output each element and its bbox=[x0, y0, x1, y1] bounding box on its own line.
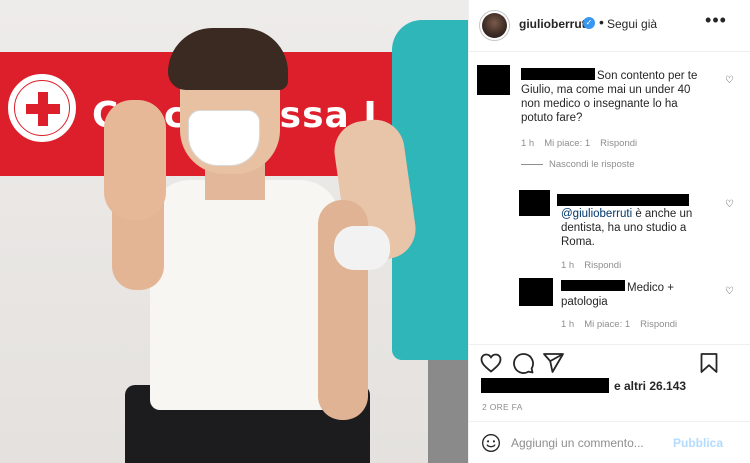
nurse-pants bbox=[428, 360, 468, 463]
comments-list[interactable]: Son contento per te Giulio, ma come mai … bbox=[469, 52, 750, 344]
reply-username-redacted[interactable] bbox=[557, 194, 689, 206]
header-separator: • bbox=[599, 14, 604, 30]
emblem-cross-horizontal bbox=[26, 104, 60, 114]
reply-like-heart-icon[interactable]: ♡ bbox=[725, 200, 735, 210]
comment-age: 1 h bbox=[521, 138, 535, 149]
likes-summary: e altri 26.143 bbox=[469, 376, 750, 396]
liker-username-redacted[interactable] bbox=[481, 378, 609, 393]
reply-meta: 1 h Mi piace: 1 Rispondi bbox=[561, 319, 687, 330]
following-button[interactable]: Segui già bbox=[607, 17, 657, 31]
reply-avatar-redacted[interactable] bbox=[519, 278, 553, 306]
likes-count-link[interactable]: e altri 26.143 bbox=[614, 379, 686, 393]
nurse-glove bbox=[334, 226, 390, 270]
reply-age: 1 h bbox=[561, 319, 575, 330]
comment-likes-count[interactable]: Mi piace: 1 bbox=[544, 138, 590, 149]
verified-badge-icon: ✓ bbox=[583, 17, 595, 29]
paper-plane-icon[interactable] bbox=[541, 351, 565, 375]
post-actions bbox=[469, 344, 750, 380]
instagram-post: Croce Rossa I giulioberruti ✓ • Segui gi… bbox=[0, 0, 750, 463]
reply-reply-button[interactable]: Rispondi bbox=[584, 260, 621, 271]
reply-text: @giulioberruti è anche un dentista, ha u… bbox=[561, 207, 701, 249]
reply-mention-link[interactable]: @giulioberruti bbox=[561, 208, 632, 220]
reply-avatar-redacted[interactable] bbox=[519, 190, 550, 216]
red-cross-emblem bbox=[6, 72, 78, 144]
post-side-panel: giulioberruti ✓ • Segui già ••• Son cont… bbox=[468, 0, 750, 463]
hide-replies-label: Nascondi le risposte bbox=[549, 159, 635, 170]
comment-input[interactable] bbox=[511, 434, 681, 452]
face-mask bbox=[188, 110, 260, 166]
smiley-icon[interactable] bbox=[481, 433, 501, 453]
hide-replies-line bbox=[521, 164, 543, 165]
man-hair bbox=[168, 28, 288, 90]
reply-like-heart-icon[interactable]: ♡ bbox=[725, 287, 735, 297]
thumbs-up-hand bbox=[104, 100, 166, 220]
avatar-image bbox=[482, 13, 507, 38]
comment-like-heart-icon[interactable]: ♡ bbox=[725, 76, 735, 86]
reply-text: Medico + patologia bbox=[561, 282, 674, 308]
post-photo[interactable]: Croce Rossa I bbox=[0, 0, 468, 463]
publish-button[interactable]: Pubblica bbox=[673, 436, 723, 450]
man-shirt bbox=[150, 180, 340, 410]
post-header: giulioberruti ✓ • Segui già ••• bbox=[469, 0, 750, 52]
more-horizontal-icon[interactable]: ••• bbox=[703, 11, 729, 37]
reply-likes-count[interactable]: Mi piace: 1 bbox=[584, 319, 630, 330]
reply-age: 1 h bbox=[561, 260, 575, 271]
comment-meta: 1 h Mi piace: 1 Rispondi bbox=[521, 138, 647, 149]
hide-replies-toggle[interactable]: Nascondi le risposte bbox=[521, 159, 635, 170]
comment-avatar-redacted[interactable] bbox=[477, 65, 510, 95]
comment-icon[interactable] bbox=[511, 351, 535, 375]
bookmark-icon[interactable] bbox=[697, 351, 721, 375]
profile-avatar[interactable] bbox=[479, 10, 510, 41]
reply-meta: 1 h Rispondi bbox=[561, 260, 631, 271]
post-timestamp[interactable]: 2 ORE FA bbox=[482, 402, 523, 412]
comment-text: Son contento per te Giulio, ma come mai … bbox=[521, 70, 698, 124]
comment-reply-button[interactable]: Rispondi bbox=[600, 138, 637, 149]
username-link[interactable]: giulioberruti bbox=[519, 17, 589, 31]
heart-icon[interactable] bbox=[479, 351, 503, 375]
add-comment-bar: Pubblica bbox=[469, 421, 750, 463]
reply-reply-button[interactable]: Rispondi bbox=[640, 319, 677, 330]
